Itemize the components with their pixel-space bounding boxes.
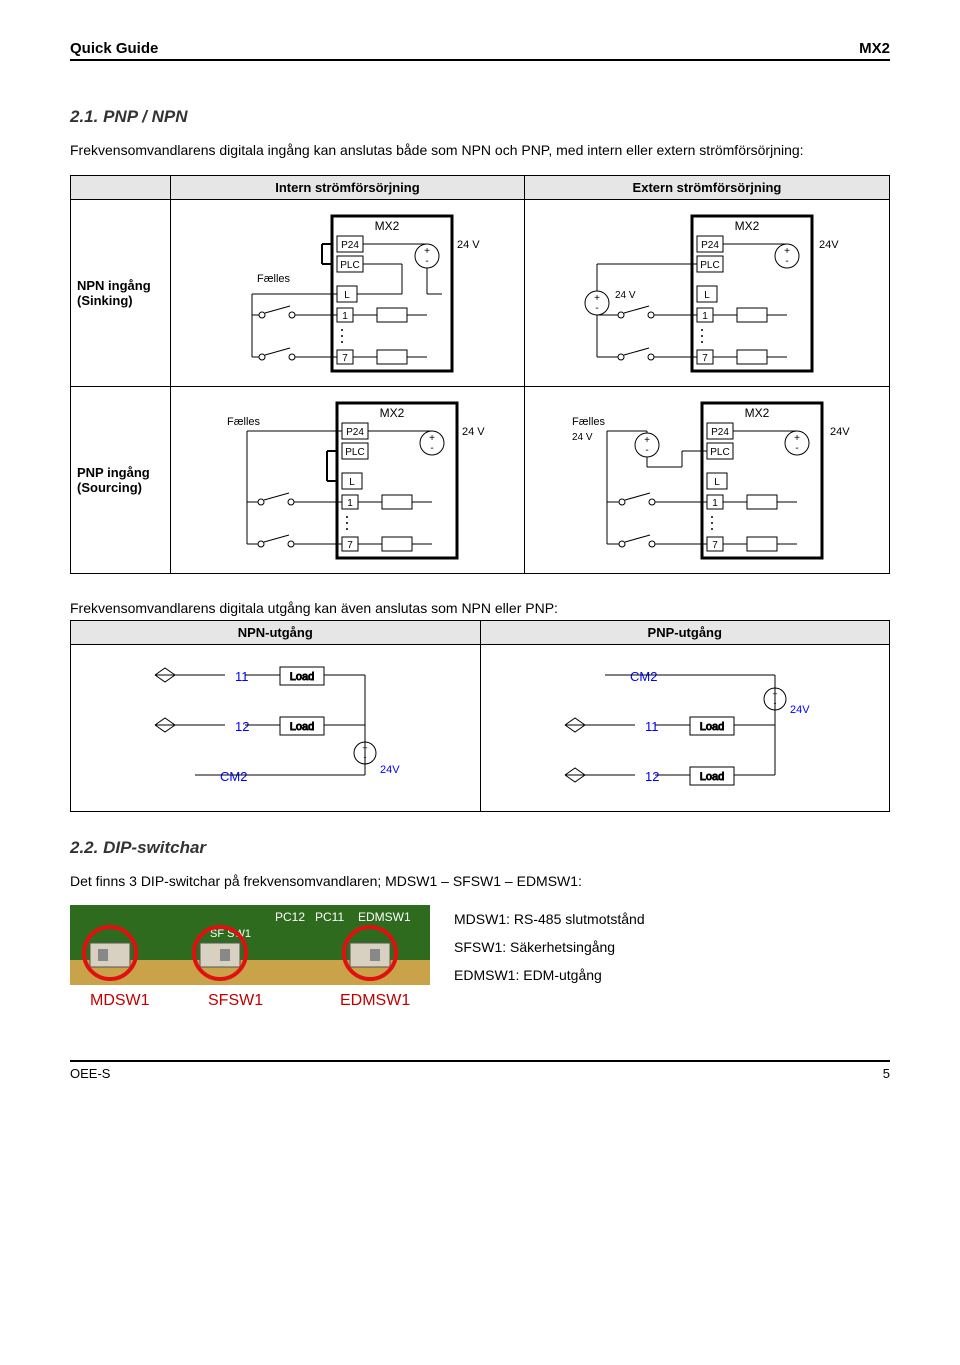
svg-text:-: - — [795, 443, 798, 454]
wiring-diagram-icon: MX2 P24 PLC L +- 24 V Fælles 1 7 — [202, 208, 492, 378]
wiring-diagram-icon: MX2 P24 PLC L +- 24V 1 7 Fælles 24 V +- — [552, 395, 862, 565]
svg-text:Load: Load — [290, 671, 314, 683]
row-pnp-label: PNP ingång (Sourcing) — [71, 386, 171, 573]
svg-text:11: 11 — [645, 719, 659, 734]
col-npn-out: NPN-utgång — [71, 620, 481, 644]
svg-text:PLC: PLC — [710, 447, 729, 458]
svg-text:24V: 24V — [830, 426, 850, 438]
svg-text:1: 1 — [712, 498, 718, 509]
wiring-diagram-icon: MX2 P24 PLC L +- 24V 1 7 +- 24 V — [557, 208, 857, 378]
wiring-diagram-icon: MX2 P24 PLC L +- 24 V Fælles 1 7 — [197, 395, 497, 565]
svg-text:-: - — [431, 443, 434, 454]
desc-mdsw1: MDSW1: RS-485 slutmotstånd — [454, 905, 645, 933]
desc-sfsw1: SFSW1: Säkerhetsingång — [454, 933, 645, 961]
section-2-1-intro: Frekvensomvandlarens digitala ingång kan… — [70, 141, 890, 161]
svg-text:-: - — [595, 303, 598, 314]
svg-text:-: - — [645, 445, 648, 456]
svg-text:24V: 24V — [819, 239, 839, 251]
svg-text:P24: P24 — [347, 427, 365, 438]
svg-text:Fælles: Fælles — [257, 273, 291, 285]
output-caption: Frekvensomvandlarens digitala utgång kan… — [70, 600, 890, 616]
svg-text:24 V: 24 V — [462, 426, 485, 438]
svg-text:PLC: PLC — [346, 447, 365, 458]
svg-text:1: 1 — [343, 311, 349, 322]
svg-text:CM2: CM2 — [220, 769, 247, 784]
svg-text:CM2: CM2 — [630, 669, 657, 684]
page-header: Quick Guide MX2 — [70, 40, 890, 61]
diag-npn-intern: MX2 P24 PLC L +- 24 V Fælles 1 7 — [171, 199, 525, 386]
svg-text:-: - — [785, 256, 788, 267]
col-intern: Intern strömförsörjning — [171, 175, 525, 199]
svg-text:MDSW1: MDSW1 — [90, 992, 150, 1009]
page-footer: OEE-S 5 — [70, 1060, 890, 1081]
dip-switch-descriptions: MDSW1: RS-485 slutmotstånd SFSW1: Säkerh… — [454, 905, 645, 989]
col-extern: Extern strömförsörjning — [524, 175, 889, 199]
svg-text:7: 7 — [702, 353, 708, 364]
svg-text:PC11: PC11 — [315, 910, 344, 924]
svg-text:7: 7 — [348, 540, 354, 551]
section-2-2-heading: 2.2. DIP-switchar — [70, 838, 890, 858]
svg-text:24V: 24V — [790, 704, 810, 716]
svg-text:-: - — [773, 698, 776, 708]
svg-text:PC12: PC12 — [275, 910, 305, 924]
svg-text:MX2: MX2 — [380, 406, 405, 420]
wiring-diagram-icon: CM2 11 12 Load Load +- 24V — [525, 653, 845, 803]
svg-text:24 V: 24 V — [615, 290, 636, 301]
diag-pnp-output: CM2 11 12 Load Load +- 24V — [480, 644, 890, 811]
svg-text:Load: Load — [290, 721, 314, 733]
svg-text:EDMSW1: EDMSW1 — [340, 992, 410, 1009]
diag-pnp-extern: MX2 P24 PLC L +- 24V 1 7 Fælles 24 V +- — [524, 386, 889, 573]
svg-text:L: L — [714, 477, 720, 488]
svg-text:MX2: MX2 — [735, 219, 760, 233]
svg-text:1: 1 — [348, 498, 354, 509]
svg-text:L: L — [704, 290, 710, 301]
wiring-diagram-icon: 11 12 CM2 Load Load +- 2 — [115, 653, 435, 803]
diag-npn-extern: MX2 P24 PLC L +- 24V 1 7 +- 24 V — [524, 199, 889, 386]
output-diagram-table: NPN-utgång PNP-utgång 11 12 CM2 Load Loa… — [70, 620, 890, 812]
svg-text:Load: Load — [700, 771, 724, 783]
svg-text:EDMSW1: EDMSW1 — [358, 910, 411, 924]
svg-text:-: - — [426, 256, 429, 267]
svg-text:PLC: PLC — [700, 260, 719, 271]
svg-text:24 V: 24 V — [457, 239, 480, 251]
section-2-2-intro: Det finns 3 DIP-switchar på frekvensomva… — [70, 872, 890, 892]
input-diagram-table: Intern strömförsörjning Extern strömförs… — [70, 175, 890, 574]
footer-page-number: 5 — [883, 1066, 890, 1081]
svg-text:1: 1 — [702, 311, 708, 322]
svg-text:P24: P24 — [711, 427, 729, 438]
svg-text:7: 7 — [343, 353, 349, 364]
svg-text:P24: P24 — [701, 240, 719, 251]
svg-text:Load: Load — [700, 721, 724, 733]
svg-text:-: - — [364, 752, 367, 762]
svg-text:Fælles: Fælles — [227, 416, 261, 428]
svg-text:12: 12 — [645, 769, 659, 784]
row-npn-label: NPN ingång (Sinking) — [71, 199, 171, 386]
svg-text:PLC: PLC — [341, 260, 360, 271]
header-left: Quick Guide — [70, 40, 158, 57]
svg-text:MX2: MX2 — [375, 219, 400, 233]
svg-text:7: 7 — [712, 540, 718, 551]
svg-text:Fælles: Fælles — [572, 416, 606, 428]
section-2-1-heading: 2.1. PNP / NPN — [70, 107, 890, 127]
svg-text:12: 12 — [235, 719, 249, 734]
svg-text:SFSW1: SFSW1 — [208, 992, 263, 1009]
footer-left: OEE-S — [70, 1066, 110, 1081]
svg-text:MX2: MX2 — [745, 406, 770, 420]
desc-edmsw1: EDMSW1: EDM-utgång — [454, 961, 645, 989]
svg-text:24V: 24V — [380, 764, 400, 776]
svg-text:11: 11 — [235, 669, 249, 684]
diag-pnp-intern: MX2 P24 PLC L +- 24 V Fælles 1 7 — [171, 386, 525, 573]
svg-text:P24: P24 — [342, 240, 360, 251]
header-right: MX2 — [859, 40, 890, 57]
svg-text:L: L — [345, 290, 351, 301]
pcb-photo-icon: PC12 PC11 EDMSW1 SF SW1 — [70, 905, 430, 1015]
dip-switch-photo: PC12 PC11 EDMSW1 SF SW1 — [70, 905, 430, 1020]
svg-text:L: L — [350, 477, 356, 488]
col-pnp-out: PNP-utgång — [480, 620, 890, 644]
svg-text:24 V: 24 V — [572, 432, 593, 443]
diag-npn-output: 11 12 CM2 Load Load +- 2 — [71, 644, 481, 811]
